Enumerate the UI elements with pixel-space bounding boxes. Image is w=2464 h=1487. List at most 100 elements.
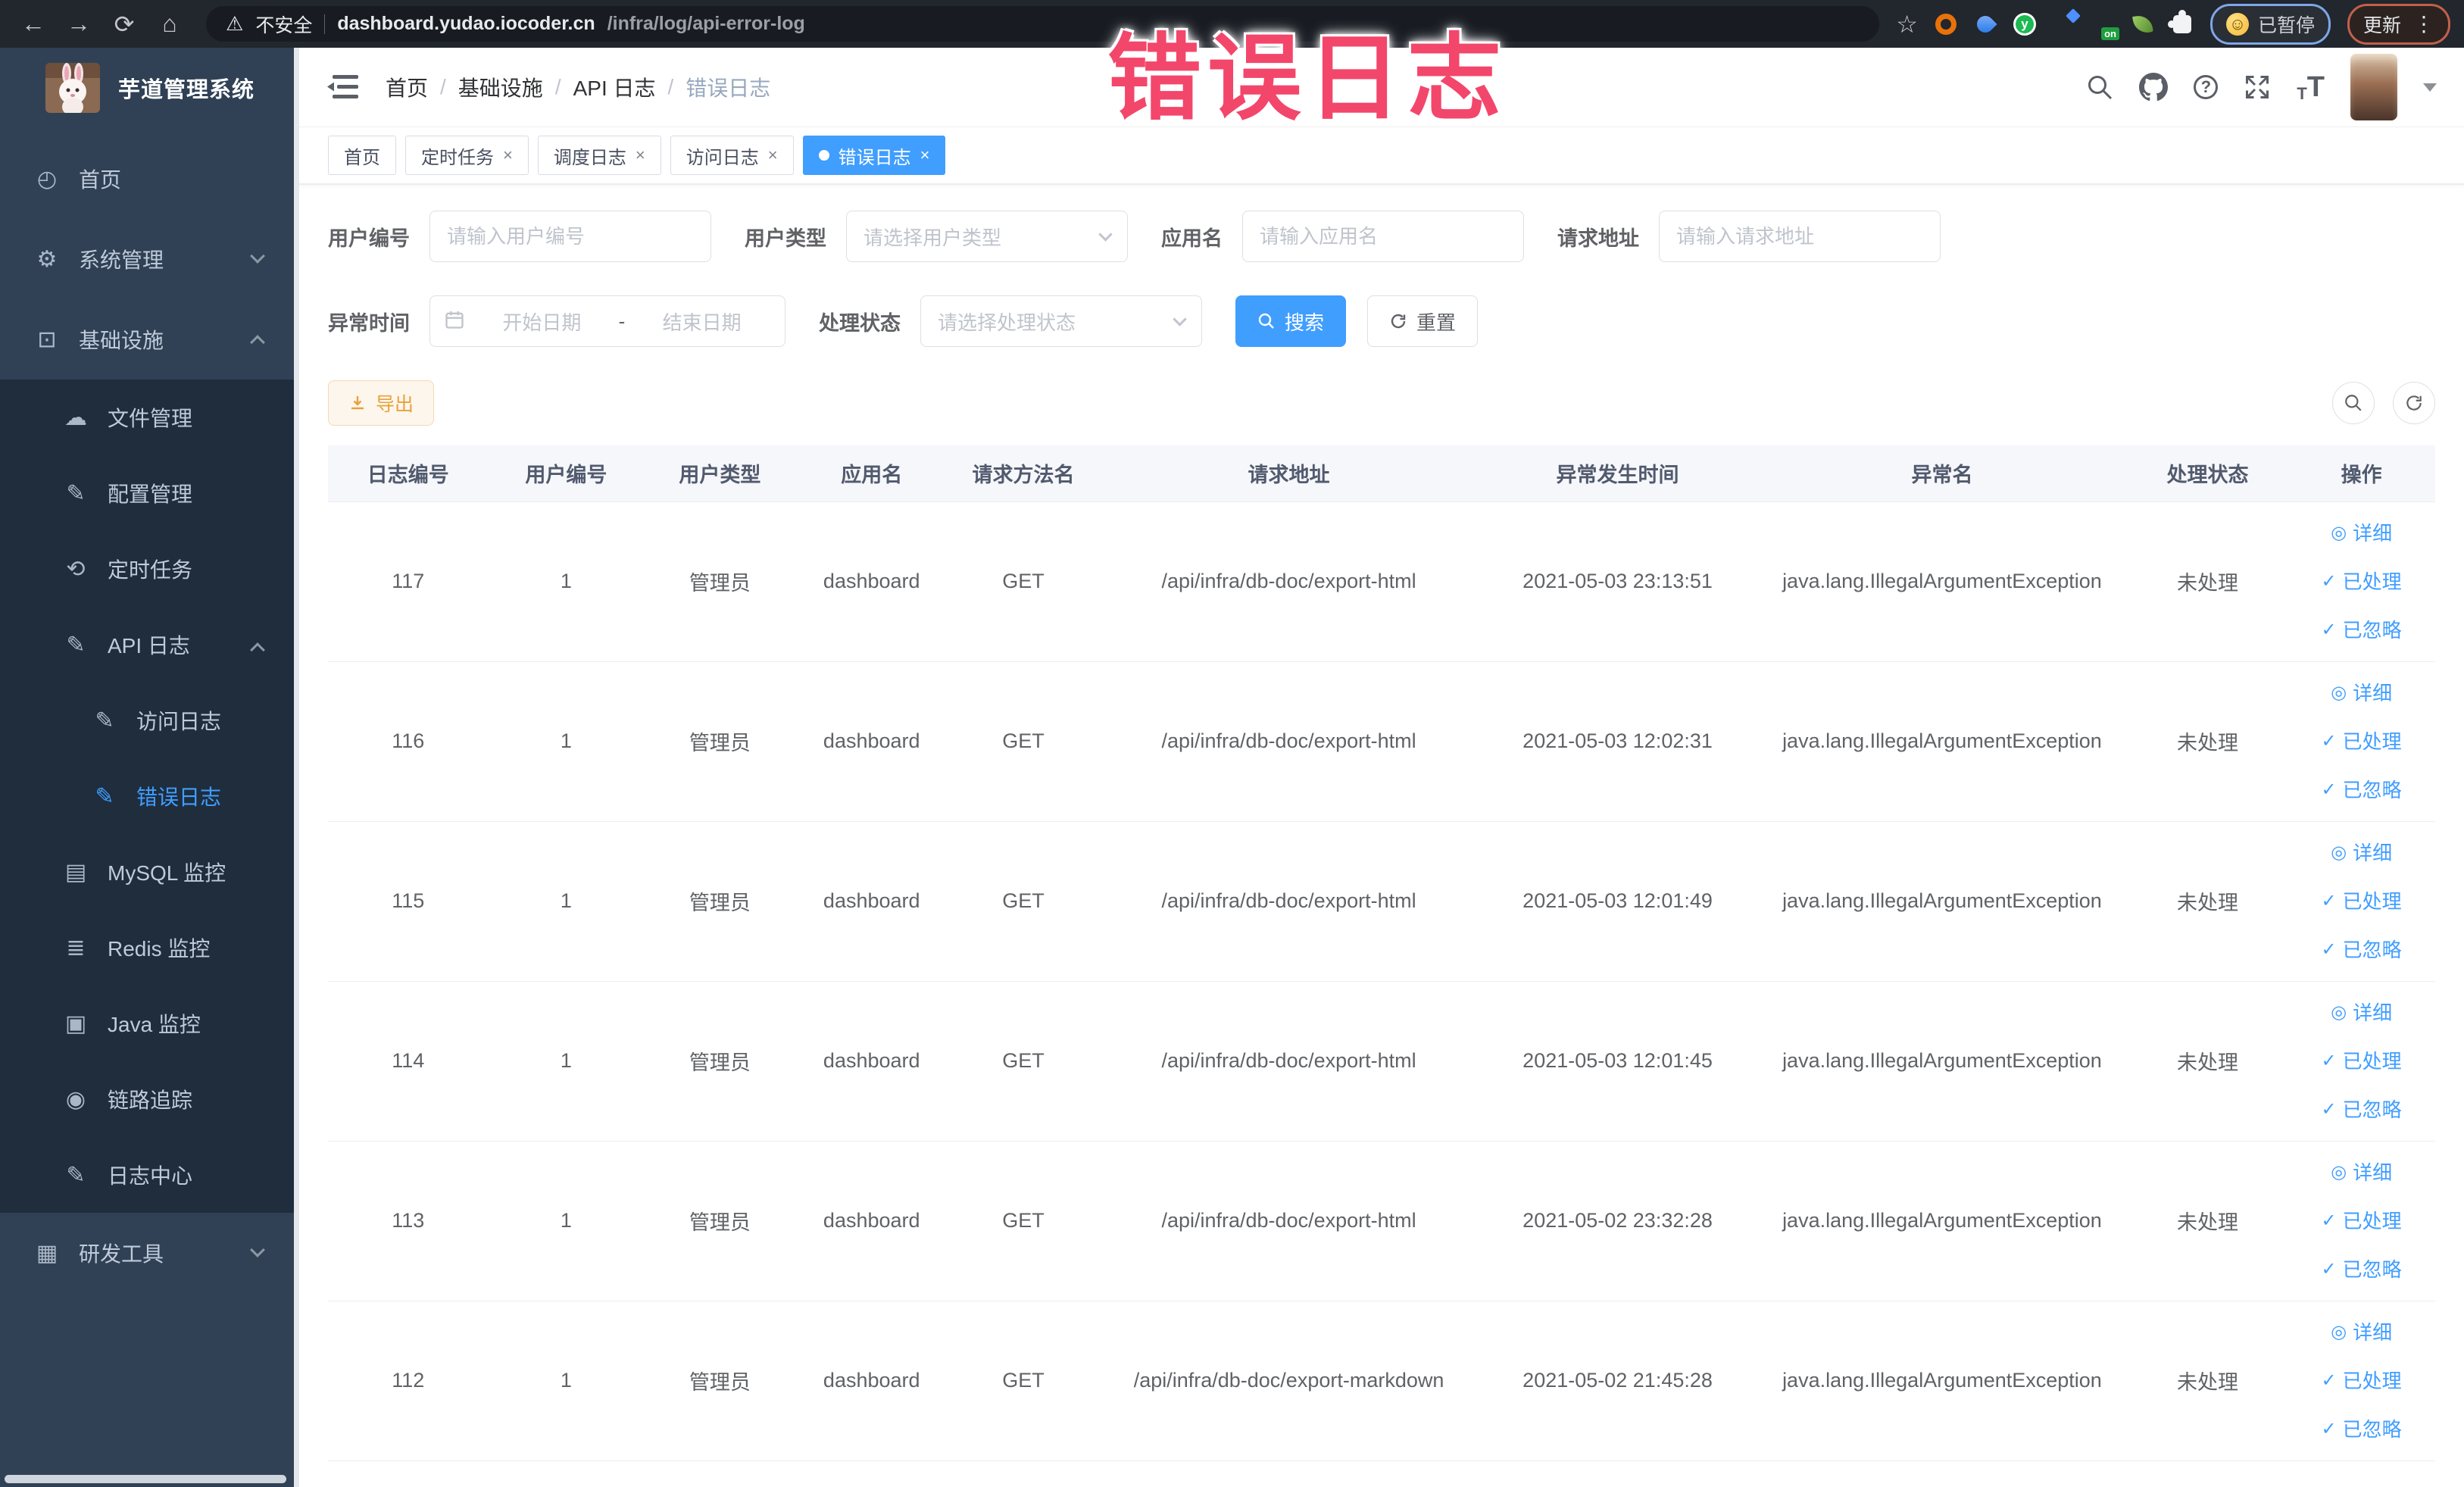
tab-job[interactable]: 定时任务 × <box>405 136 529 175</box>
sidebar-item-trace[interactable]: ◉ 链路追踪 <box>0 1061 299 1137</box>
action-已处理[interactable]: ✓ 已处理 <box>2322 1357 2402 1405</box>
back-icon[interactable]: ← <box>14 6 53 42</box>
sidebar-item-label: 文件管理 <box>108 407 193 430</box>
sidebar-item-error-log[interactable]: ✎ 错误日志 <box>0 758 299 834</box>
action-详细[interactable]: ◎ 详细 <box>2331 989 2392 1037</box>
extension-grid-icon[interactable] <box>2053 8 2081 35</box>
chevron-down-icon <box>1098 227 1113 242</box>
sidebar-vertical-scrollbar[interactable] <box>294 48 299 1487</box>
toggle-search-icon[interactable] <box>2332 382 2375 424</box>
sidebar-item-file[interactable]: ☁ 文件管理 <box>0 380 299 455</box>
table-cell-actions: ◎ 详细 ✓ 已处理 ✓ 已忽略 <box>2288 1141 2435 1301</box>
action-已忽略[interactable]: ✓ 已忽略 <box>2322 766 2402 814</box>
bookmark-star-icon[interactable]: ☆ <box>1896 10 1918 39</box>
action-已处理[interactable]: ✓ 已处理 <box>2322 877 2402 926</box>
extension-orange-icon[interactable] <box>1935 13 1957 36</box>
action-详细[interactable]: ◎ 详细 <box>2331 829 2392 877</box>
sidebar-item-dev-tools[interactable]: ▦ 研发工具 <box>0 1213 299 1293</box>
action-详细[interactable]: ◎ 详细 <box>2331 669 2392 717</box>
forward-icon[interactable]: → <box>59 6 98 42</box>
reset-button[interactable]: 重置 <box>1367 295 1479 347</box>
table-cell-actions: ◎ 详细 ✓ 已处理 ✓ 已忽略 <box>2288 501 2435 662</box>
search-button[interactable]: 搜索 <box>1235 295 1347 347</box>
action-已处理[interactable]: ✓ 已处理 <box>2322 1037 2402 1086</box>
sidebar-item-label: 定时任务 <box>108 558 193 582</box>
table-cell: 2021-05-03 12:02:31 <box>1478 661 1757 822</box>
tab-api-access[interactable]: 访问日志 × <box>670 136 794 175</box>
github-icon[interactable] <box>2139 73 2169 102</box>
avatar[interactable] <box>2350 54 2397 120</box>
table-cell: 未处理 <box>2127 661 2288 822</box>
sidebar-item-system[interactable]: ⚙ 系统管理 <box>0 219 299 299</box>
extension-green-y-icon[interactable]: y <box>2013 12 2036 36</box>
export-button[interactable]: 导出 <box>328 380 435 426</box>
action-详细[interactable]: ◎ 详细 <box>2331 1148 2392 1197</box>
sidebar-item-config[interactable]: ✎ 配置管理 <box>0 455 299 531</box>
kebab-menu-icon[interactable]: ⋮ <box>2413 11 2434 36</box>
table-cell: 113 <box>328 1141 489 1301</box>
action-已忽略[interactable]: ✓ 已忽略 <box>2322 1405 2402 1454</box>
table-cell: 2021-05-02 23:32:28 <box>1478 1141 1757 1301</box>
column-header: 用户类型 <box>644 445 796 502</box>
action-已处理[interactable]: ✓ 已处理 <box>2322 1197 2402 1245</box>
action-详细[interactable]: ◎ 详细 <box>2331 1308 2392 1357</box>
close-icon[interactable]: × <box>503 147 513 164</box>
tab-api-error[interactable]: 错误日志 × <box>802 136 946 175</box>
sidebar-item-java[interactable]: ▣ Java 监控 <box>0 986 299 1061</box>
breadcrumb-item[interactable]: 首页 <box>386 72 428 102</box>
table-cell: 未处理 <box>2127 981 2288 1142</box>
logo-rabbit-image <box>45 63 100 113</box>
process-status-select[interactable]: 请选择处理状态 <box>920 295 1202 347</box>
font-size-icon[interactable]: TT <box>2297 71 2325 104</box>
extension-on-icon[interactable]: on <box>2091 14 2119 40</box>
action-label: 已处理 <box>2342 889 2402 913</box>
user-id-input[interactable] <box>429 211 711 262</box>
check-icon: ✓ <box>2321 1418 2337 1439</box>
avatar-caret-down-icon[interactable] <box>2423 83 2437 92</box>
breadcrumb-item[interactable]: 基础设施 <box>458 72 543 102</box>
app-logo[interactable]: 芋道管理系统 <box>0 48 299 128</box>
action-已忽略[interactable]: ✓ 已忽略 <box>2322 926 2402 974</box>
sidebar-item-api-log[interactable]: ✎ API 日志 <box>0 607 299 683</box>
sidebar-item-home[interactable]: ◴ 首页 <box>0 139 299 219</box>
action-已忽略[interactable]: ✓ 已忽略 <box>2322 1245 2402 1294</box>
action-已忽略[interactable]: ✓ 已忽略 <box>2322 606 2402 654</box>
app-name-input[interactable] <box>1242 211 1524 262</box>
tab-job-log[interactable]: 调度日志 × <box>537 136 661 175</box>
fullscreen-icon[interactable] <box>2244 73 2271 101</box>
extension-puzzle-icon[interactable] <box>2167 9 2194 36</box>
address-bar[interactable]: ⚠ 不安全 dashboard.yudao.iocoder.cn/infra/l… <box>206 6 1880 42</box>
close-icon[interactable]: × <box>768 147 778 164</box>
sidebar-item-log-center[interactable]: ✎ 日志中心 <box>0 1137 299 1213</box>
action-已处理[interactable]: ✓ 已处理 <box>2322 717 2402 766</box>
refresh-icon[interactable] <box>2393 382 2435 424</box>
browser-update-button[interactable]: 更新 ⋮ <box>2347 3 2450 45</box>
extension-sprout-icon[interactable] <box>2131 13 2154 36</box>
search-icon[interactable] <box>2086 73 2113 101</box>
action-已忽略[interactable]: ✓ 已忽略 <box>2322 1086 2402 1134</box>
request-url-input[interactable] <box>1659 211 1941 262</box>
user-type-select[interactable]: 请选择用户类型 <box>846 211 1128 262</box>
sidebar-item-redis[interactable]: ≣ Redis 监控 <box>0 910 299 986</box>
sidebar-item-label: 配置管理 <box>108 483 193 506</box>
main-area: 首页 / 基础设施 / API 日志 / 错误日志 ? TT 首页 定时任务 ×… <box>299 48 2464 1487</box>
extension-drop-icon[interactable] <box>1973 11 1997 36</box>
close-icon[interactable]: × <box>636 147 645 164</box>
sidebar-item-access-log[interactable]: ✎ 访问日志 <box>0 683 299 758</box>
breadcrumb-item[interactable]: API 日志 <box>573 72 656 102</box>
date-range-picker[interactable]: 开始日期 - 结束日期 <box>429 295 785 347</box>
sidebar-item-job[interactable]: ⟲ 定时任务 <box>0 531 299 607</box>
detail-eye-icon: ◎ <box>2331 682 2347 703</box>
sidebar-item-mysql[interactable]: ▤ MySQL 监控 <box>0 834 299 910</box>
close-icon[interactable]: × <box>920 147 930 164</box>
paused-chip[interactable]: ☺ 已暂停 <box>2209 3 2331 45</box>
action-已处理[interactable]: ✓ 已处理 <box>2322 558 2402 606</box>
sidebar-horizontal-scrollbar[interactable] <box>5 1475 286 1483</box>
action-详细[interactable]: ◎ 详细 <box>2331 509 2392 558</box>
tab-home[interactable]: 首页 <box>328 136 396 175</box>
help-icon[interactable]: ? <box>2194 75 2219 99</box>
hamburger-icon[interactable] <box>326 73 360 101</box>
reload-icon[interactable]: ⟳ <box>105 6 144 42</box>
sidebar-item-infra[interactable]: ⊡ 基础设施 <box>0 299 299 380</box>
home-icon[interactable]: ⌂ <box>150 6 189 42</box>
